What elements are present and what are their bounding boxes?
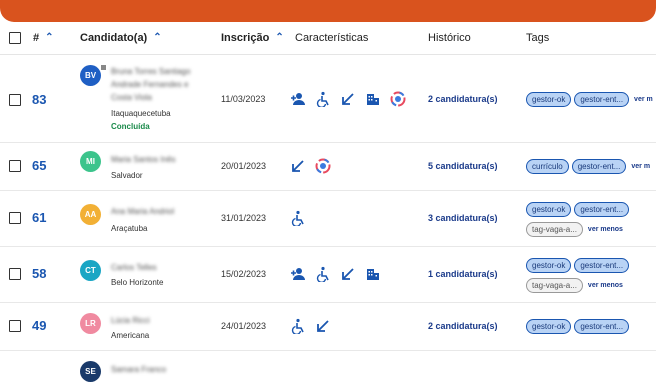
table-header: # ⌃ Candidato(a) ⌃ Inscrição ⌃ Característi…: [0, 22, 656, 55]
see-more-link[interactable]: ver m: [634, 96, 653, 103]
person-add-icon[interactable]: [290, 91, 306, 107]
candidate-name[interactable]: Bruna Torres Santiago Andrade Fernandes …: [111, 65, 206, 104]
top-banner: [0, 0, 656, 22]
status-badge: Concluída: [111, 122, 150, 131]
table-row[interactable]: 61 AA Ana Maria Andriol Araçatuba 31/01/…: [0, 191, 656, 247]
arrow-down-left-icon[interactable]: [340, 266, 356, 282]
tag-chip[interactable]: gestor-ent...: [574, 202, 630, 217]
table-row[interactable]: 49 LR Lúcia Ricci Americana 24/01/2023 2…: [0, 303, 656, 351]
circle-logo-icon[interactable]: [315, 158, 331, 174]
tag-chip[interactable]: gestor-ent...: [571, 159, 627, 174]
tag-chip[interactable]: currículo: [526, 159, 569, 174]
building-icon[interactable]: [365, 266, 381, 282]
registration-date: 20/01/2023: [221, 161, 267, 171]
row-checkbox[interactable]: [9, 94, 21, 106]
building-icon[interactable]: [365, 91, 381, 107]
avatar: CT: [80, 260, 101, 281]
header-date[interactable]: Inscrição ⌃: [221, 22, 284, 54]
table-row[interactable]: 65 MI Maria Santos Inês Salvador 20/01/2…: [0, 143, 656, 191]
features-list: [290, 210, 306, 226]
avatar: MI: [80, 151, 101, 172]
tags-list: gestor-ok gestor-ent... tag-vaga-a... ve…: [526, 258, 656, 298]
registration-date: 15/02/2023: [221, 269, 267, 279]
candidate-city: Salvador: [111, 171, 143, 180]
header-features: Características: [295, 32, 369, 44]
tag-chip[interactable]: gestor-ent...: [574, 258, 630, 273]
history-link[interactable]: 1 candidatura(s): [428, 269, 498, 279]
header-index[interactable]: # ⌃: [33, 22, 54, 54]
history-link[interactable]: 3 candidatura(s): [428, 213, 498, 223]
row-checkbox[interactable]: [9, 212, 21, 224]
history-link[interactable]: 2 candidatura(s): [428, 94, 498, 104]
candidate-city: Araçatuba: [111, 224, 148, 233]
candidate-city: Itaquaquecetuba: [111, 109, 171, 118]
tag-chip[interactable]: gestor-ok: [526, 202, 572, 217]
tag-chip[interactable]: gestor-ent...: [574, 92, 630, 107]
tags-list: currículo gestor-ent... ver m: [526, 159, 656, 179]
registration-date: 31/01/2023: [221, 213, 267, 223]
table-row[interactable]: 58 CT Carlos Telles Belo Horizonte 15/02…: [0, 247, 656, 303]
avatar: BV: [80, 65, 101, 86]
tags-list: gestor-ok gestor-ent...: [526, 319, 656, 339]
notification-badge: [100, 64, 107, 71]
header-tags: Tags: [526, 32, 550, 44]
candidate-city: Americana: [111, 331, 150, 340]
tag-chip[interactable]: gestor-ok: [526, 319, 572, 334]
accessibility-icon[interactable]: [315, 266, 331, 282]
avatar: LR: [80, 313, 101, 334]
header-candidate[interactable]: Candidato(a) ⌃: [80, 22, 162, 54]
avatar: AA: [80, 204, 101, 225]
tag-chip[interactable]: gestor-ent...: [574, 319, 630, 334]
avatar: SE: [80, 361, 101, 382]
sort-up-icon[interactable]: ⌃: [275, 22, 283, 54]
arrow-down-left-icon[interactable]: [340, 91, 356, 107]
accessibility-icon[interactable]: [290, 318, 306, 334]
candidate-id[interactable]: 83: [32, 92, 46, 107]
history-link[interactable]: 2 candidatura(s): [428, 321, 498, 331]
candidate-city: Belo Horizonte: [111, 278, 164, 287]
tag-chip[interactable]: gestor-ok: [526, 92, 572, 107]
see-less-link[interactable]: ver menos: [588, 226, 623, 233]
circle-logo-icon[interactable]: [390, 91, 406, 107]
features-list: [290, 158, 331, 174]
candidate-id[interactable]: 49: [32, 318, 46, 333]
tag-chip[interactable]: tag-vaga-a...: [526, 222, 583, 237]
candidate-name[interactable]: Carlos Telles: [111, 261, 206, 274]
features-list: [290, 266, 381, 282]
accessibility-icon[interactable]: [315, 91, 331, 107]
features-list: [290, 318, 331, 334]
select-all-checkbox[interactable]: [9, 32, 21, 44]
tag-chip[interactable]: gestor-ok: [526, 258, 572, 273]
candidate-name[interactable]: Maria Santos Inês: [111, 153, 206, 166]
row-checkbox[interactable]: [9, 268, 21, 280]
table-row[interactable]: 83 BV Bruna Torres Santiago Andrade Fern…: [0, 55, 656, 143]
row-checkbox[interactable]: [9, 320, 21, 332]
arrow-down-left-icon[interactable]: [290, 158, 306, 174]
registration-date: 11/03/2023: [221, 94, 266, 104]
accessibility-icon[interactable]: [290, 210, 306, 226]
arrow-down-left-icon[interactable]: [315, 318, 331, 334]
tags-list: gestor-ok gestor-ent... ver m: [526, 92, 656, 112]
person-add-icon[interactable]: [290, 266, 306, 282]
header-history: Histórico: [428, 32, 471, 44]
history-link[interactable]: 5 candidatura(s): [428, 161, 498, 171]
sort-up-icon[interactable]: ⌃: [45, 22, 53, 54]
sort-up-icon[interactable]: ⌃: [153, 22, 161, 54]
tags-list: gestor-ok gestor-ent... tag-vaga-a... ve…: [526, 202, 656, 242]
row-checkbox[interactable]: [9, 160, 21, 172]
candidate-id[interactable]: 58: [32, 266, 46, 281]
see-less-link[interactable]: ver menos: [588, 282, 623, 289]
features-list: [290, 91, 406, 107]
candidate-id[interactable]: 65: [32, 158, 46, 173]
tag-chip[interactable]: tag-vaga-a...: [526, 278, 583, 293]
table-row[interactable]: SE Samara Franco: [0, 351, 656, 382]
candidate-id[interactable]: 61: [32, 210, 46, 225]
candidate-name[interactable]: Ana Maria Andriol: [111, 205, 206, 218]
see-more-link[interactable]: ver m: [631, 163, 650, 170]
registration-date: 24/01/2023: [221, 321, 267, 331]
candidate-name[interactable]: Lúcia Ricci: [111, 314, 206, 327]
